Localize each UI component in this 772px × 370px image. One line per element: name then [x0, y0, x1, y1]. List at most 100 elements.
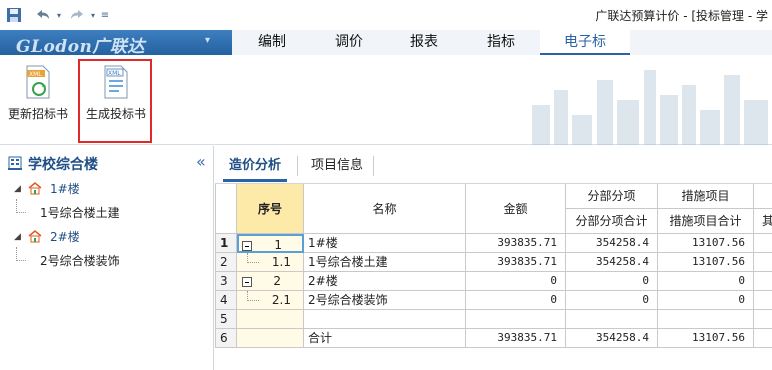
- tab-cost-analysis[interactable]: 造价分析: [223, 150, 287, 182]
- logo-text: GLodon广联达: [16, 37, 145, 57]
- extra-cell[interactable]: [754, 329, 772, 348]
- undo-icon[interactable]: [34, 5, 52, 25]
- name-cell[interactable]: 1号综合楼土建: [304, 253, 466, 272]
- seq-cell[interactable]: 1.1: [237, 253, 304, 272]
- house-icon: [28, 182, 42, 195]
- ribbon-tabs: 编制 调价 报表 指标 电子标: [232, 30, 772, 55]
- header-extra[interactable]: 其: [754, 209, 772, 234]
- content-tabs: 造价分析 项目信息: [215, 146, 772, 184]
- total-csxm-cell[interactable]: 13107.56: [658, 329, 754, 348]
- csxm-cell[interactable]: 0: [658, 291, 754, 310]
- svg-text:XML: XML: [29, 71, 42, 78]
- redo-dropdown-icon[interactable]: ▾: [88, 5, 98, 25]
- tab-project-info[interactable]: 项目信息: [305, 150, 369, 182]
- name-cell[interactable]: [304, 310, 466, 329]
- name-cell[interactable]: 2号综合楼装饰: [304, 291, 466, 310]
- row-number[interactable]: 2: [215, 253, 237, 272]
- collapse-panel-icon[interactable]: «: [196, 152, 206, 171]
- seq-value: 2: [273, 274, 281, 288]
- tree-connector: [247, 253, 259, 263]
- fbfx-cell[interactable]: 0: [566, 291, 658, 310]
- seq-cell[interactable]: 2.1: [237, 291, 304, 310]
- redo-icon[interactable]: [68, 5, 86, 25]
- tab-baobiao[interactable]: 报表: [386, 30, 462, 55]
- header-fbfx-total[interactable]: 分部分项合计: [566, 209, 658, 234]
- update-xml-icon: XML: [26, 65, 50, 99]
- tab-dianzibiao[interactable]: 电子标: [540, 30, 630, 55]
- tab-zhibiao[interactable]: 指标: [462, 30, 540, 55]
- seq-value: 1: [274, 238, 282, 252]
- seq-cell[interactable]: [237, 329, 304, 348]
- row-number[interactable]: 6: [215, 329, 237, 348]
- tree-node-unit-1[interactable]: 1号综合楼土建: [40, 202, 120, 224]
- seq-cell[interactable]: 1: [237, 234, 304, 253]
- highlight-box: [78, 59, 152, 143]
- seq-value: 1.1: [271, 255, 291, 269]
- logo-dropdown-icon[interactable]: ▾: [205, 35, 210, 46]
- expand-triangle-icon[interactable]: ◢: [14, 226, 21, 248]
- row-number[interactable]: 3: [215, 272, 237, 291]
- row-number[interactable]: 4: [215, 291, 237, 310]
- fbfx-cell[interactable]: 354258.4: [566, 234, 658, 253]
- tree-node-label: 1号综合楼土建: [40, 206, 120, 220]
- header-group-csxm[interactable]: 措施项目: [658, 184, 754, 209]
- collapse-icon[interactable]: [242, 240, 252, 251]
- house-icon: [28, 230, 42, 243]
- tree-node-label: 2号综合楼装饰: [40, 254, 120, 268]
- tab-tiaojia[interactable]: 调价: [312, 30, 386, 55]
- csxm-cell[interactable]: 13107.56: [658, 234, 754, 253]
- title-bar: ▾ ▾ ≡ 广联达预算计价 - [投标管理 - 学: [0, 0, 772, 30]
- total-name-cell[interactable]: 合计: [304, 329, 466, 348]
- seq-cell[interactable]: 2: [237, 272, 304, 291]
- project-title[interactable]: 学校综合楼: [28, 154, 98, 174]
- tab-bianzhi[interactable]: 编制: [232, 30, 312, 55]
- total-amount-cell[interactable]: 393835.71: [466, 329, 566, 348]
- name-cell[interactable]: 1#楼: [304, 234, 466, 253]
- expand-triangle-icon[interactable]: ◢: [14, 178, 21, 200]
- collapse-icon[interactable]: [242, 276, 252, 287]
- customize-toolbar-icon[interactable]: ≡: [100, 5, 110, 25]
- extra-cell[interactable]: [754, 234, 772, 253]
- header-csxm-total[interactable]: 措施项目合计: [658, 209, 754, 234]
- header-seq[interactable]: 序号: [237, 184, 304, 234]
- header-name[interactable]: 名称: [304, 184, 466, 234]
- seq-cell[interactable]: [237, 310, 304, 329]
- row-number[interactable]: 5: [215, 310, 237, 329]
- header-amount[interactable]: 金额: [466, 184, 566, 234]
- fbfx-cell[interactable]: [566, 310, 658, 329]
- project-tree-panel: 学校综合楼 « ◢ 1#楼 1号综合楼土建 ◢ 2#楼 2号综合楼装饰: [0, 146, 214, 370]
- amount-cell[interactable]: 393835.71: [466, 253, 566, 272]
- row-number[interactable]: 1: [215, 234, 237, 253]
- extra-cell[interactable]: [754, 253, 772, 272]
- amount-cell[interactable]: 393835.71: [466, 234, 566, 253]
- total-fbfx-cell[interactable]: 354258.4: [566, 329, 658, 348]
- app-logo[interactable]: GLodon广联达 ▾: [0, 30, 232, 57]
- save-icon[interactable]: [4, 5, 24, 25]
- extra-cell[interactable]: [754, 291, 772, 310]
- tab-separator: [297, 156, 298, 176]
- update-tender-button[interactable]: XML 更新招标书: [6, 61, 70, 141]
- amount-cell[interactable]: [466, 310, 566, 329]
- skyline-decoration: [532, 70, 768, 145]
- tree-node-unit-2[interactable]: 2号综合楼装饰: [40, 250, 120, 272]
- header-group-fbfx[interactable]: 分部分项: [566, 184, 658, 209]
- amount-cell[interactable]: 0: [466, 272, 566, 291]
- building-icon: [8, 156, 22, 170]
- content-area: 造价分析 项目信息 序号 名称 金额 分部分项 措施项目 分部分项合计 措施项目…: [215, 146, 772, 370]
- project-tree-header: 学校综合楼 «: [0, 146, 214, 180]
- table-corner: [215, 184, 237, 234]
- extra-cell[interactable]: [754, 310, 772, 329]
- amount-cell[interactable]: 0: [466, 291, 566, 310]
- extra-cell[interactable]: [754, 272, 772, 291]
- fbfx-cell[interactable]: 354258.4: [566, 253, 658, 272]
- csxm-cell[interactable]: [658, 310, 754, 329]
- csxm-cell[interactable]: 0: [658, 272, 754, 291]
- tree-connector: [247, 291, 259, 301]
- name-cell[interactable]: 2#楼: [304, 272, 466, 291]
- header-extra-group: [754, 184, 772, 209]
- csxm-cell[interactable]: 13107.56: [658, 253, 754, 272]
- undo-dropdown-icon[interactable]: ▾: [54, 5, 64, 25]
- tree-connector: [16, 199, 26, 213]
- fbfx-cell[interactable]: 0: [566, 272, 658, 291]
- tree-node-label: 2#楼: [50, 230, 80, 244]
